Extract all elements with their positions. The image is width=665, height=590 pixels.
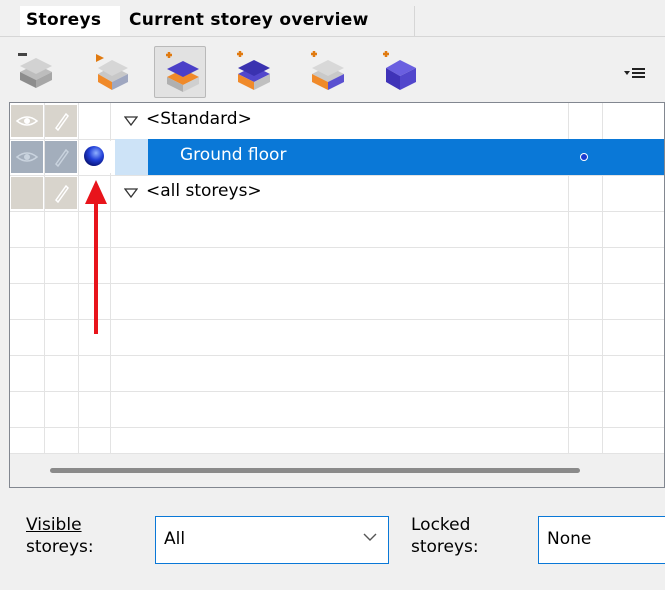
new-storey-block-icon xyxy=(383,51,416,90)
locked-storeys-label: Locked storeys: xyxy=(411,514,479,558)
edit-pencil-icon[interactable] xyxy=(45,141,77,173)
expand-triangle-icon[interactable] xyxy=(124,188,138,198)
dropdown-value: None xyxy=(547,529,592,549)
grid-row-divider xyxy=(10,427,664,428)
tree-row-label: Ground floor xyxy=(180,145,287,165)
current-storey-sphere-icon[interactable] xyxy=(79,141,111,173)
tab-current-storey-overview[interactable]: Current storey overview xyxy=(123,6,415,36)
grid-row-divider xyxy=(10,391,664,392)
insert-storey-between-button[interactable] xyxy=(300,46,352,98)
assign-storey-icon xyxy=(96,54,128,90)
tab-storeys[interactable]: Storeys xyxy=(20,6,120,36)
visibility-eye-icon[interactable] xyxy=(11,141,43,173)
label-line: storeys: xyxy=(411,537,479,557)
red-arrow-annotation xyxy=(85,180,107,334)
assign-storey-button[interactable] xyxy=(84,46,136,98)
insert-storey-below-icon xyxy=(237,51,270,90)
delete-storey-icon xyxy=(18,53,52,88)
expand-triangle-icon[interactable] xyxy=(124,116,138,126)
row-indent-highlight xyxy=(115,139,148,175)
edit-pencil-icon[interactable] xyxy=(45,177,77,209)
visible-storeys-dropdown[interactable]: All xyxy=(155,516,389,564)
selected-row-highlight[interactable]: Ground floor xyxy=(148,139,664,175)
list-menu-button[interactable] xyxy=(620,62,650,86)
insert-storey-below-button[interactable] xyxy=(226,46,278,98)
tab-bar: Storeys Current storey overview xyxy=(0,0,665,38)
insert-storey-above-button[interactable] xyxy=(154,46,206,98)
tree-row-label: <Standard> xyxy=(146,109,252,129)
edit-pencil-icon[interactable] xyxy=(45,105,77,137)
visibility-cell[interactable] xyxy=(11,177,43,209)
insert-storey-above-icon xyxy=(166,52,199,92)
label-line: Visible xyxy=(26,515,82,535)
scrollbar-thumb[interactable] xyxy=(50,468,580,473)
horizontal-scrollbar[interactable] xyxy=(10,453,664,487)
delete-storey-button[interactable] xyxy=(8,46,60,98)
list-menu-icon xyxy=(624,68,645,78)
storey-toolbar xyxy=(0,40,665,102)
tree-row-label: <all storeys> xyxy=(146,181,262,201)
new-storey-block-button[interactable] xyxy=(372,46,424,98)
locked-storeys-dropdown[interactable]: None xyxy=(538,516,665,564)
visibility-eye-icon[interactable] xyxy=(11,105,43,137)
tree-row-standard[interactable]: <Standard> xyxy=(10,103,664,139)
label-line: Locked xyxy=(411,515,471,535)
active-storey-dot-icon xyxy=(580,153,588,161)
label-line: storeys: xyxy=(26,537,94,557)
visible-storeys-label: Visible storeys: xyxy=(26,514,94,558)
tab-divider xyxy=(0,36,665,37)
insert-storey-between-icon xyxy=(311,51,344,90)
grid-row-divider xyxy=(10,355,664,356)
dropdown-value: All xyxy=(164,529,186,549)
chevron-down-icon xyxy=(363,533,377,541)
